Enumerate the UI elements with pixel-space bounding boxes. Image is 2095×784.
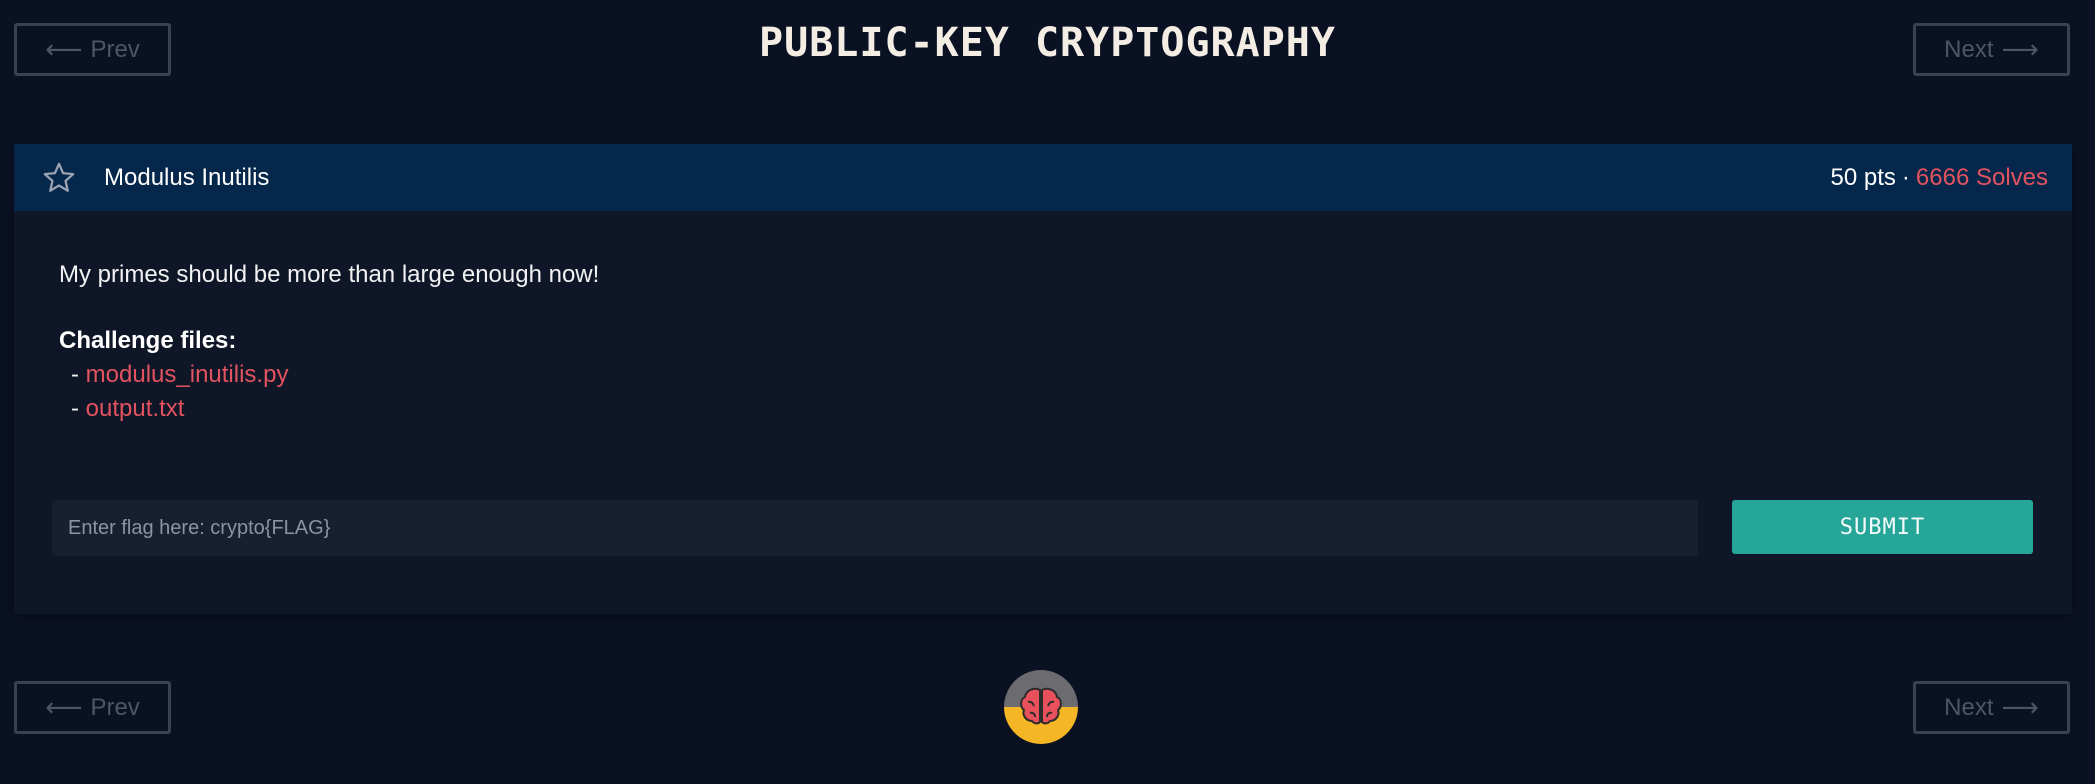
- challenge-card: Modulus Inutilis 50 pts · 6666 Solves My…: [14, 144, 2072, 614]
- meta-separator: ·: [1901, 164, 1910, 191]
- challenge-header[interactable]: Modulus Inutilis 50 pts · 6666 Solves: [14, 144, 2072, 211]
- next-button-bottom[interactable]: Next ⟶: [1913, 681, 2070, 734]
- arrow-right-icon: ⟶: [2001, 34, 2039, 64]
- challenge-meta: 50 pts · 6666 Solves: [1831, 164, 2048, 192]
- brain-icon[interactable]: [1004, 670, 1078, 744]
- solves-count[interactable]: 6666 Solves: [1916, 164, 2048, 192]
- next-label: Next: [1944, 35, 1994, 63]
- arrow-right-icon: ⟶: [2001, 692, 2039, 722]
- file-link-py[interactable]: modulus_inutilis.py: [86, 361, 289, 388]
- file-bullet: -: [71, 361, 86, 388]
- file-link-txt[interactable]: output.txt: [86, 395, 185, 422]
- challenge-name: Modulus Inutilis: [104, 164, 270, 191]
- next-label: Next: [1944, 693, 1994, 721]
- page-title: PUBLIC-KEY CRYPTOGRAPHY: [759, 20, 1336, 66]
- next-button-top[interactable]: Next ⟶: [1913, 23, 2070, 76]
- files-title: Challenge files:: [59, 327, 237, 354]
- prev-label: Prev: [90, 693, 140, 721]
- flag-input[interactable]: [52, 500, 1698, 556]
- arrow-left-icon: ⟵: [45, 692, 83, 722]
- challenge-description: My primes should be more than large enou…: [59, 261, 600, 288]
- prev-button-bottom[interactable]: ⟵ Prev: [14, 681, 171, 734]
- submit-button[interactable]: SUBMIT: [1732, 500, 2033, 554]
- file-item: - output.txt: [59, 392, 599, 426]
- star-outline-icon[interactable]: [42, 161, 76, 195]
- challenge-body: My primes should be more than large enou…: [59, 258, 599, 426]
- points-value: 50 pts: [1830, 164, 1896, 191]
- file-bullet: -: [71, 395, 86, 422]
- file-item: - modulus_inutilis.py: [59, 358, 599, 392]
